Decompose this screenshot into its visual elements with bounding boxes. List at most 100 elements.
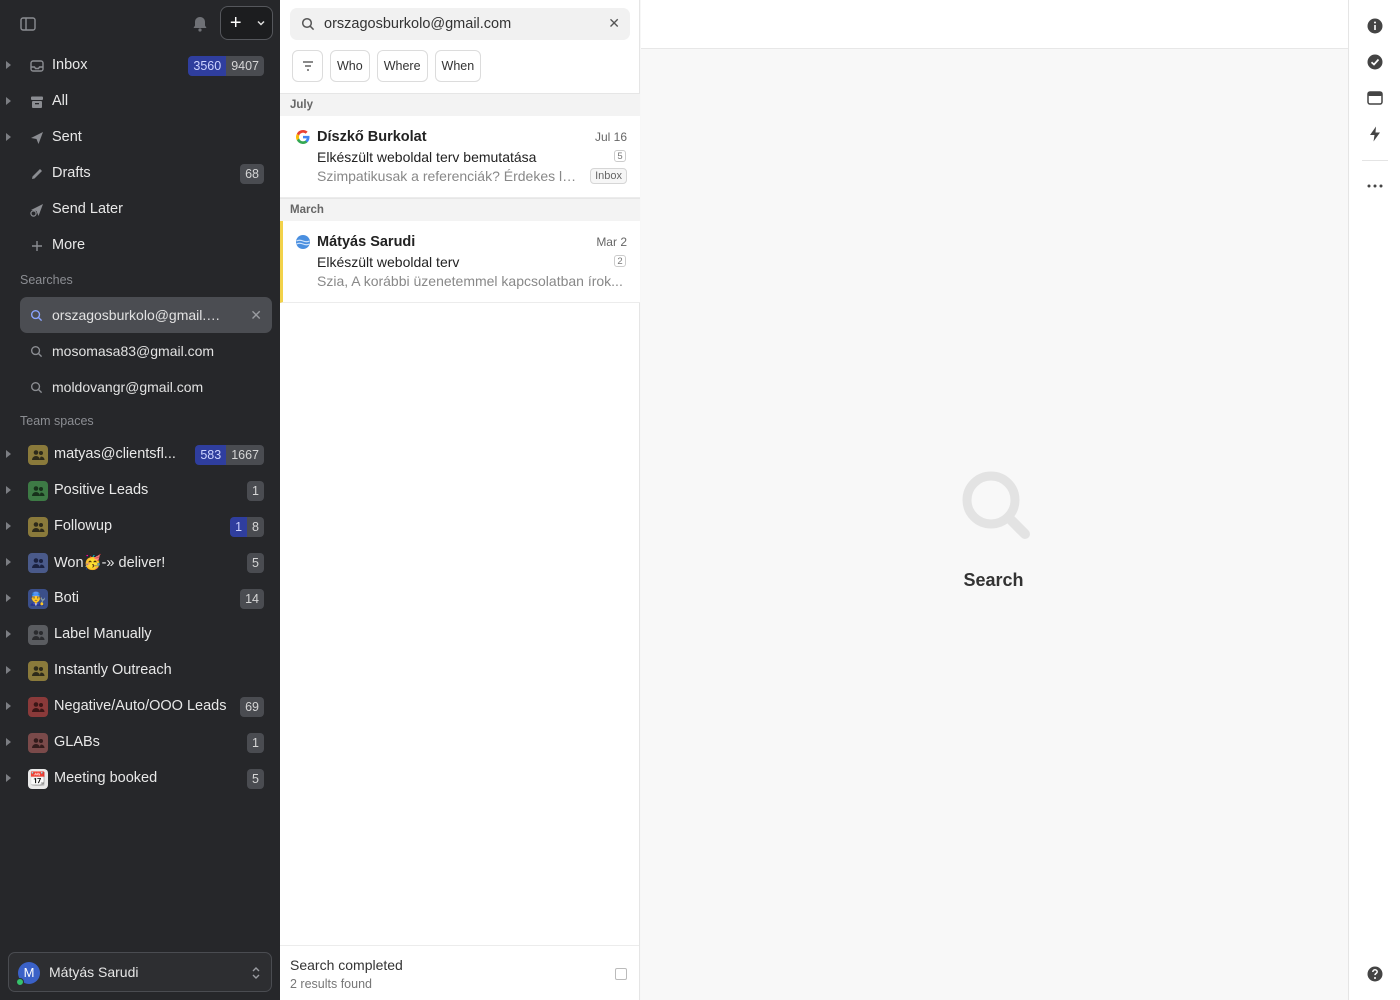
- unread-count: 3560: [188, 56, 227, 76]
- message-sender: Mátyás Sarudi: [317, 234, 416, 250]
- team-space-positive-leads[interactable]: Positive Leads 1: [0, 473, 280, 509]
- team-space-matyas[interactable]: matyas@clientsfl... 583 1667: [0, 437, 280, 473]
- sidebar-item-label: Inbox: [52, 57, 88, 73]
- team-space-followup[interactable]: Followup 18: [0, 509, 280, 545]
- bell-icon[interactable]: [190, 14, 210, 34]
- mechanic-emoji-icon: 👨‍🔧: [28, 589, 48, 609]
- team-space-label: Negative/Auto/OOO Leads: [54, 698, 227, 714]
- sidebar-item-all[interactable]: All: [0, 84, 280, 120]
- search-input[interactable]: [324, 14, 594, 34]
- count-badge: 68: [240, 164, 264, 184]
- sidebar-item-label: Drafts: [52, 165, 91, 181]
- message-date: Mar 2: [596, 235, 627, 249]
- sidebar-item-label: More: [52, 237, 86, 253]
- filter-who-button[interactable]: Who: [330, 50, 370, 82]
- saved-search-label: moldovangr@gmail.com: [52, 379, 204, 395]
- total-count: 5: [247, 553, 264, 573]
- expand-caret-icon[interactable]: [6, 61, 11, 69]
- expand-caret-icon[interactable]: [6, 630, 11, 638]
- info-icon[interactable]: [1366, 17, 1384, 35]
- expand-caret-icon[interactable]: [6, 522, 11, 530]
- sidebar-item-inbox[interactable]: Inbox 3560 9407: [0, 48, 280, 84]
- filter-options-button[interactable]: [292, 50, 323, 82]
- team-space-meeting-booked[interactable]: 📆 Meeting booked 5: [0, 761, 280, 797]
- expand-caret-icon[interactable]: [6, 738, 11, 746]
- team-space-negative-leads[interactable]: Negative/Auto/OOO Leads 69: [0, 689, 280, 725]
- search-placeholder-icon: [962, 471, 1030, 539]
- message-subject: Elkészült weboldal terv: [317, 254, 460, 270]
- expand-caret-icon[interactable]: [6, 666, 11, 674]
- unread-count: 583: [195, 445, 227, 465]
- message-preview: Szia, A korábbi üzenetemmel kapcsolatban…: [317, 273, 623, 289]
- total-count: 8: [247, 517, 264, 537]
- team-space-label: Label Manually: [54, 626, 152, 642]
- thread-count: 2: [614, 255, 626, 267]
- team-space-label: GLABs: [54, 734, 100, 750]
- search-status-title: Search completed: [290, 957, 403, 973]
- total-count: 1667: [226, 445, 264, 465]
- online-status-dot: [16, 978, 24, 986]
- sidebar-item-sent[interactable]: Sent: [0, 120, 280, 156]
- saved-search[interactable]: mosomasa83@gmail.com: [20, 333, 272, 369]
- clear-search-icon[interactable]: ✕: [608, 15, 620, 32]
- filter-when-button[interactable]: When: [434, 50, 482, 82]
- saved-search-label: orszagosburkolo@gmail.com: [52, 307, 227, 323]
- sidebar-item-label: All: [52, 93, 69, 109]
- message-date: Jul 16: [594, 130, 627, 144]
- check-circle-icon[interactable]: [1366, 53, 1384, 71]
- globe-avatar-icon: [296, 235, 310, 249]
- close-icon[interactable]: ✕: [250, 307, 262, 324]
- team-icon: [28, 733, 48, 753]
- message-row[interactable]: Díszkő Burkolat Jul 16 Elkészült webolda…: [280, 116, 640, 198]
- filter-icon: [302, 61, 313, 71]
- unread-count: 1: [230, 517, 248, 537]
- inbox-icon: [28, 57, 46, 75]
- expand-status-icon[interactable]: [615, 968, 627, 980]
- more-options-icon[interactable]: [1366, 177, 1384, 195]
- total-count: 9407: [226, 56, 264, 76]
- saved-search-label: mosomasa83@gmail.com: [52, 343, 215, 359]
- sidebar-toggle-icon[interactable]: [18, 14, 38, 34]
- message-preview: Szimpatikusak a referenciák? Érdekes len…: [317, 168, 579, 184]
- saved-search[interactable]: moldovangr@gmail.com: [20, 369, 272, 405]
- calendar-emoji-icon: 📆: [28, 769, 48, 789]
- google-icon: [296, 130, 310, 144]
- sidebar-item-drafts[interactable]: Drafts 68: [0, 156, 280, 192]
- message-row-selected[interactable]: Mátyás Sarudi Mar 2 Elkészült weboldal t…: [280, 221, 640, 303]
- searches-heading: Searches: [20, 273, 73, 287]
- expand-caret-icon[interactable]: [6, 702, 11, 710]
- expand-caret-icon[interactable]: [6, 450, 11, 458]
- team-space-won-deliver[interactable]: Won🥳-» deliver! 5: [0, 545, 280, 581]
- reading-pane: Search: [641, 0, 1348, 1000]
- help-icon[interactable]: [1366, 965, 1384, 983]
- team-space-boti[interactable]: 👨‍🔧 Boti 14: [0, 581, 280, 617]
- expand-caret-icon[interactable]: [6, 133, 11, 141]
- team-icon: [28, 481, 48, 501]
- count-badge: 18: [230, 517, 264, 537]
- expand-caret-icon[interactable]: [6, 558, 11, 566]
- chevron-down-icon[interactable]: [250, 18, 272, 28]
- team-space-glabs[interactable]: GLABs 1: [0, 725, 280, 761]
- expand-caret-icon[interactable]: [6, 97, 11, 105]
- expand-caret-icon[interactable]: [6, 774, 11, 782]
- lightning-icon[interactable]: [1366, 125, 1384, 143]
- saved-search-active[interactable]: orszagosburkolo@gmail.com ✕: [20, 297, 272, 333]
- sidebar-item-more[interactable]: More: [0, 228, 280, 264]
- calendar-icon[interactable]: [1366, 89, 1384, 107]
- filter-where-button[interactable]: Where: [376, 50, 428, 82]
- search-filters: Who Where When: [292, 50, 482, 82]
- right-rail: [1348, 0, 1400, 1000]
- compose-button[interactable]: +: [220, 6, 273, 40]
- expand-caret-icon[interactable]: [6, 486, 11, 494]
- sidebar-item-label: Send Later: [52, 201, 123, 217]
- avatar: M: [16, 962, 40, 986]
- team-icon: [28, 517, 48, 537]
- team-space-label: Meeting booked: [54, 770, 158, 786]
- team-space-instantly-outreach[interactable]: Instantly Outreach: [0, 653, 280, 689]
- sidebar-item-send-later[interactable]: Send Later: [0, 192, 280, 228]
- expand-caret-icon[interactable]: [6, 594, 11, 602]
- team-space-label-manually[interactable]: Label Manually: [0, 617, 280, 653]
- account-switcher[interactable]: M Mátyás Sarudi: [8, 952, 272, 992]
- total-count: 14: [240, 589, 264, 609]
- team-icon: [28, 697, 48, 717]
